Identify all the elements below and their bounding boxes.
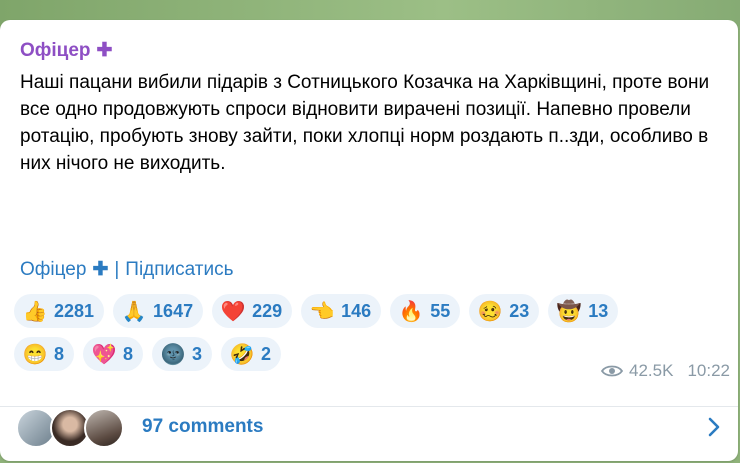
reaction-count: 55 — [430, 300, 451, 321]
signature-separator: | — [114, 259, 120, 280]
sparkling-heart-icon: 💖 — [91, 343, 117, 366]
reaction-count: 3 — [192, 343, 203, 364]
reaction-button[interactable]: ❤️ 229 — [212, 294, 293, 328]
reaction-button[interactable]: 🙏 1647 — [113, 294, 204, 328]
reaction-count: 23 — [509, 300, 530, 321]
fire-icon: 🔥 — [398, 300, 424, 323]
reaction-count: 2281 — [54, 300, 95, 321]
reaction-button[interactable]: 👈 146 — [301, 294, 382, 328]
subscribe-link[interactable]: Підписатись — [125, 259, 233, 280]
signature-channel-link[interactable]: Офіцер — [20, 259, 86, 280]
reaction-count: 229 — [252, 300, 283, 321]
reaction-button[interactable]: 👍 2281 — [14, 294, 105, 328]
reaction-count: 2 — [261, 343, 272, 364]
praying-hands-icon: 🙏 — [121, 300, 147, 323]
thumbs-up-icon: 👍 — [22, 300, 48, 323]
plus-icon: ✚ — [96, 40, 113, 61]
eye-icon — [601, 365, 624, 377]
views-count: 42.5K — [629, 361, 674, 380]
pointing-hand-icon: 👈 — [309, 300, 335, 323]
reaction-count: 13 — [588, 300, 609, 321]
reaction-button[interactable]: 😁 8 — [14, 337, 75, 371]
avatar — [84, 408, 124, 448]
reaction-button[interactable]: 💖 8 — [83, 337, 144, 371]
reaction-count: 146 — [341, 300, 372, 321]
chevron-right-icon[interactable] — [704, 415, 724, 439]
reaction-button[interactable]: 🤠 13 — [548, 294, 619, 328]
message-meta: 42.5K 10:22 — [601, 361, 730, 381]
message-bubble: Офіцер ✚ Наші пацани вибили підарів з Сот… — [0, 20, 738, 461]
sender-name-label[interactable]: Офіцер — [20, 40, 91, 61]
signature: Офіцер ✚ | Підписатись — [20, 258, 234, 281]
reaction-button[interactable]: 🔥 55 — [390, 294, 461, 328]
cowboy-sticker-icon: 🤠 — [556, 300, 582, 323]
new-moon-face-icon: 🌚 — [160, 343, 186, 366]
reaction-count: 1647 — [153, 300, 194, 321]
reaction-button[interactable]: 🌚 3 — [152, 337, 213, 371]
reaction-button[interactable]: 🥴 23 — [469, 294, 540, 328]
woozy-face-icon: 🥴 — [477, 300, 503, 323]
divider — [0, 406, 738, 407]
comments-link[interactable]: 97 comments — [142, 416, 263, 438]
reaction-button[interactable]: 🤣 2 — [221, 337, 282, 371]
red-heart-icon: ❤️ — [220, 300, 246, 323]
reactions-row: 👍 2281 🙏 1647 ❤️ 229 👈 146 🔥 55 🥴 23 🤠 13 — [14, 294, 714, 328]
message-text: Наші пацани вибили підарів з Сотницького… — [20, 72, 710, 174]
message-time: 10:22 — [687, 361, 730, 380]
plus-icon: ✚ — [92, 259, 109, 280]
rofl-face-icon: 🤣 — [229, 343, 255, 366]
sender-name[interactable]: Офіцер ✚ — [20, 39, 112, 62]
grinning-face-icon: 😁 — [22, 343, 48, 366]
reaction-count: 8 — [54, 343, 65, 364]
reaction-count: 8 — [123, 343, 134, 364]
